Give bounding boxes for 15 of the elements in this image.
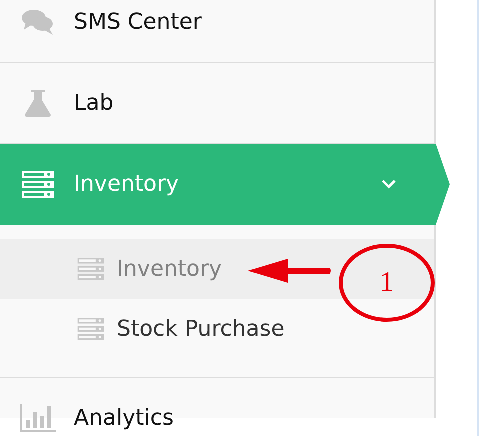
annotation-marker: 1 [339, 244, 435, 322]
menu-label: SMS Center [74, 10, 202, 34]
server-icon [77, 258, 105, 280]
menu-item[interactable]: SMS Center [0, 0, 434, 63]
server-icon [20, 170, 56, 198]
submenu-label: Stock Purchase [117, 316, 285, 342]
server-icon [77, 318, 105, 340]
bar-chart-icon [20, 404, 56, 432]
menu-label: Lab [74, 90, 114, 116]
chat-bubbles-icon [20, 9, 56, 35]
menu-label: Analytics [74, 406, 174, 430]
menu-item[interactable]: Analytics [0, 378, 434, 436]
submenu-label: Inventory [117, 256, 222, 282]
menu-label: Inventory [74, 172, 180, 197]
chevron-down-icon [382, 180, 396, 189]
